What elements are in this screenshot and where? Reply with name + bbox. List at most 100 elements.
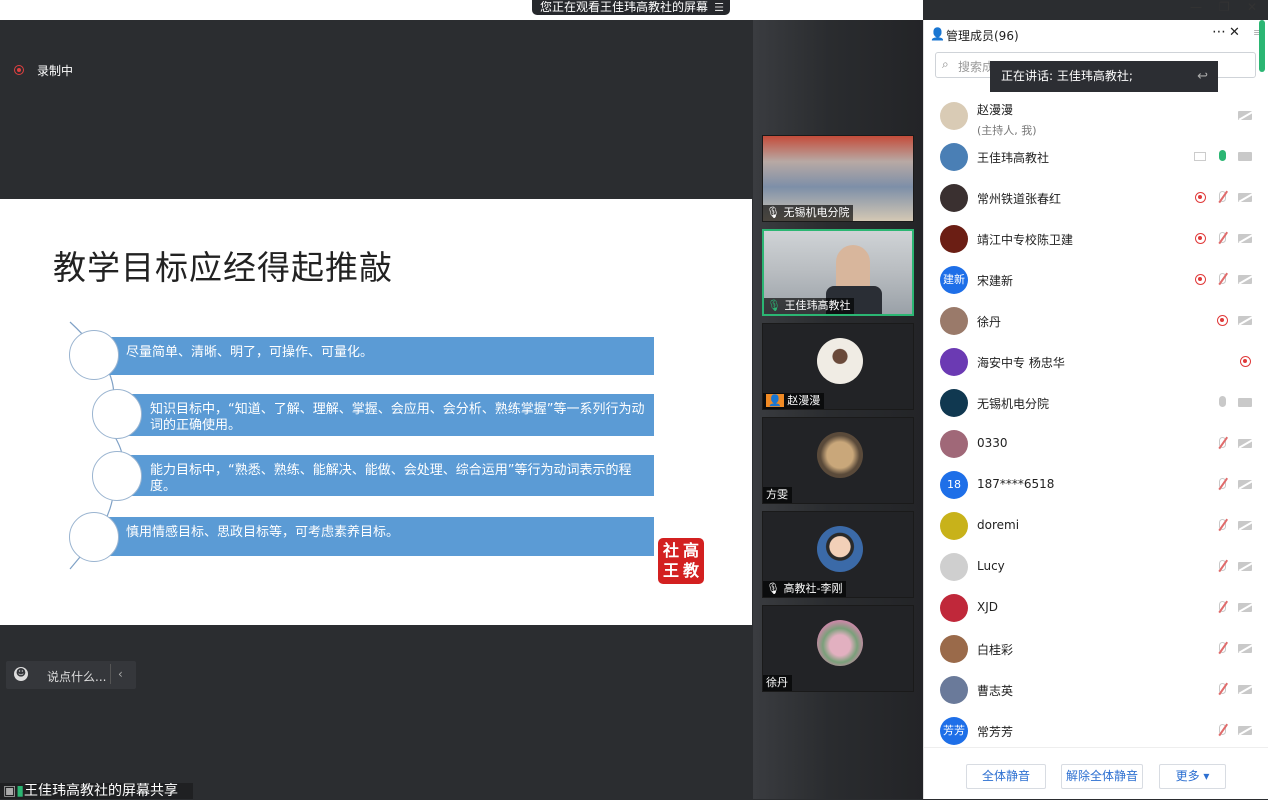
members-panel: 👤 管理成员(96) ⋯ ✕ ≡ ⌕ 搜索成员 赵漫漫 (主持人, 我) 王佳玮… (923, 20, 1268, 799)
mic-off-icon[interactable] (1219, 519, 1226, 530)
member-name: 常州铁道张春红 (977, 192, 1062, 206)
avatar (817, 620, 863, 666)
video-tile-active-speaker[interactable]: 🎙 王佳玮高教社 (762, 229, 914, 316)
mic-off-icon[interactable] (1219, 724, 1226, 735)
camera-off-icon[interactable] (1238, 726, 1252, 735)
recording-label: 录制中 (37, 64, 74, 78)
reply-icon[interactable]: ↩ (1197, 61, 1208, 92)
member-row[interactable]: Lucy (924, 546, 1268, 587)
camera-off-icon[interactable] (1238, 562, 1252, 571)
member-row[interactable]: 靖江中专校陈卫建 (924, 218, 1268, 259)
publisher-seal: 社 高 王 教 (658, 538, 704, 584)
share-badge-label: 王佳玮高教社的屏幕共享 (23, 783, 178, 799)
camera-off-icon[interactable] (1238, 480, 1252, 489)
member-row[interactable]: 曹志英 (924, 669, 1268, 710)
more-options-icon[interactable]: ⋯ (1212, 24, 1226, 40)
camera-off-icon[interactable] (1238, 193, 1252, 202)
video-tile[interactable]: 方雯 (762, 417, 914, 504)
mic-off-icon[interactable] (1219, 478, 1226, 489)
video-tile[interactable]: 👤 赵漫漫 (762, 323, 914, 410)
camera-icon[interactable] (1238, 152, 1252, 161)
recording-icon (1217, 315, 1228, 326)
camera-off-icon[interactable] (1238, 111, 1252, 120)
camera-off-icon[interactable] (1238, 521, 1252, 530)
active-speaker-tooltip: 正在讲话: 王佳玮高教社; ↩ (990, 61, 1218, 92)
avatar (940, 512, 968, 540)
chat-placeholder: 说点什么... (47, 670, 107, 684)
video-tile[interactable]: 🎙 高教社-李刚 (762, 511, 914, 598)
mic-active-icon[interactable] (1219, 150, 1226, 161)
video-tile-name: 👤 赵漫漫 (763, 393, 825, 409)
mic-off-icon[interactable] (1219, 642, 1226, 653)
camera-off-icon[interactable] (1238, 316, 1252, 325)
member-row[interactable]: 18 187****6518 (924, 464, 1268, 505)
collapse-chat-icon[interactable]: ‹ (118, 667, 123, 681)
close-window-button[interactable]: ✕ (1247, 0, 1257, 14)
panel-scrollbar[interactable] (1259, 20, 1265, 72)
camera-off-icon[interactable] (1238, 644, 1252, 653)
seal-char: 王 (662, 561, 679, 580)
member-name: 0330 (977, 436, 1008, 450)
camera-icon[interactable] (1238, 398, 1252, 407)
mic-muted-icon: 🎙 (766, 582, 780, 595)
video-tile[interactable]: 徐丹 (762, 605, 914, 692)
unmute-all-button[interactable]: 解除全体静音 (1061, 764, 1143, 789)
slide-bullet-2: 知识目标中，“知道、了解、理解、掌握、会应用、会分析、熟练掌握”等一系列行为动词… (118, 394, 654, 436)
member-row[interactable]: 海安中专 杨忠华 (924, 341, 1268, 382)
screen-share-icon (1194, 152, 1206, 161)
video-tile[interactable]: 🎙 无锡机电分院 (762, 135, 914, 222)
member-row[interactable]: 常州铁道张春红 (924, 177, 1268, 218)
member-row[interactable]: 无锡机电分院 (924, 382, 1268, 423)
camera-off-icon[interactable] (1238, 685, 1252, 694)
restore-button[interactable]: ❐ (1219, 0, 1230, 14)
camera-off-icon[interactable] (1238, 234, 1252, 243)
video-gallery: 🎙 无锡机电分院 🎙 王佳玮高教社 👤 赵漫漫 方雯 🎙 高教社-李刚 徐丹 (753, 20, 923, 799)
member-row[interactable]: doremi (924, 505, 1268, 546)
close-panel-icon[interactable]: ✕ (1229, 25, 1240, 40)
seal-char: 教 (682, 561, 699, 580)
emoji-icon[interactable]: ☻ (14, 667, 28, 681)
member-name: 赵漫漫 (977, 103, 1014, 117)
member-row[interactable]: 芳芳 常芳芳 (924, 710, 1268, 751)
member-row[interactable]: 0330 (924, 423, 1268, 464)
member-name: 白桂彩 (977, 643, 1014, 657)
bullet-circle (92, 451, 142, 501)
member-row[interactable]: XJD (924, 587, 1268, 628)
slide-bullet-4: 慎用情感目标、思政目标等，可考虑素养目标。 (94, 517, 654, 556)
more-button[interactable]: 更多 ▾ (1159, 764, 1226, 789)
seal-char: 社 (662, 541, 679, 560)
mic-off-icon[interactable] (1219, 683, 1226, 694)
camera-off-icon[interactable] (1238, 439, 1252, 448)
camera-off-icon[interactable] (1238, 275, 1252, 284)
video-tile-name: 🎙 无锡机电分院 (763, 205, 854, 221)
bullet-circle (69, 330, 119, 380)
video-tile-name: 🎙 高教社-李刚 (763, 581, 847, 597)
banner-menu-icon[interactable]: ☰ (714, 1, 724, 14)
avatar: 芳芳 (940, 717, 968, 745)
member-name: 海安中专 杨忠华 (977, 356, 1065, 370)
member-name: 无锡机电分院 (977, 397, 1050, 411)
member-row[interactable]: 王佳玮高教社 (924, 136, 1268, 177)
member-row[interactable]: 白桂彩 (924, 628, 1268, 669)
member-row[interactable]: 建新 宋建新 (924, 259, 1268, 300)
tooltip-text: 正在讲话: 王佳玮高教社; (1001, 69, 1133, 83)
member-row[interactable]: 徐丹 (924, 300, 1268, 341)
mic-off-icon[interactable] (1219, 437, 1226, 448)
member-row[interactable]: 赵漫漫 (主持人, 我) (924, 95, 1268, 137)
avatar (940, 430, 968, 458)
mic-off-icon[interactable] (1219, 232, 1226, 243)
avatar (940, 348, 968, 376)
chat-input[interactable]: ☻ 说点什么... ‹ (6, 661, 136, 689)
mic-off-icon[interactable] (1219, 191, 1226, 202)
mic-icon[interactable] (1219, 396, 1226, 407)
camera-off-icon[interactable] (1238, 603, 1252, 612)
mic-off-icon[interactable] (1219, 273, 1226, 284)
mic-off-icon[interactable] (1219, 560, 1226, 571)
minimize-button[interactable]: — (1190, 0, 1202, 14)
mute-all-button[interactable]: 全体静音 (966, 764, 1046, 789)
mic-off-icon[interactable] (1219, 601, 1226, 612)
search-icon: ⌕ (942, 57, 949, 71)
screen-share-banner[interactable]: 您正在观看王佳玮高教社的屏幕 ☰ (532, 0, 730, 15)
slide-bullet-1: 尽量简单、清晰、明了，可操作、可量化。 (94, 337, 654, 375)
user-icon: 👤 (766, 394, 784, 407)
